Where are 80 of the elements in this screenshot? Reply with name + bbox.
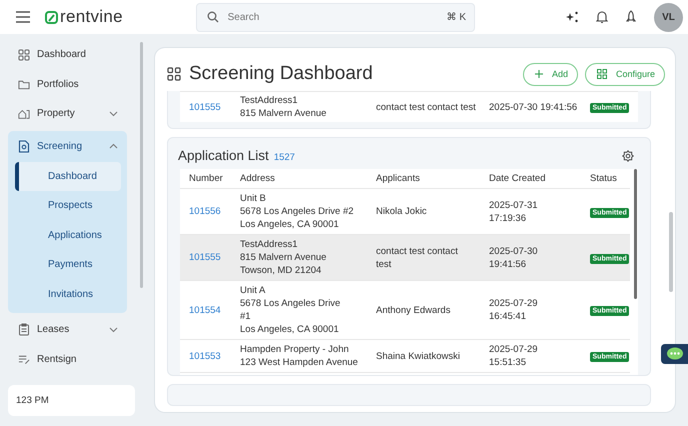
add-button[interactable]: Add (522, 62, 578, 86)
application-number-link[interactable]: 101556 (180, 206, 240, 217)
page-title: Screening Dashboard (189, 63, 373, 85)
address-line: 5678 Los Angeles Drive #2 (240, 205, 355, 218)
applicants-cell-text: contact test contact test (376, 244, 459, 270)
date-line: 15:51:35 (489, 356, 527, 369)
scrollbar[interactable] (634, 169, 637, 299)
address-line: 815 Malvern Avenue (240, 107, 328, 120)
applicants-cell-text: Shaina Kwiatkowski (376, 350, 461, 362)
grid-icon (18, 48, 30, 61)
address-line: 123 West Hampden Avenue (240, 356, 359, 369)
nav-subitem[interactable]: Applications (15, 220, 121, 250)
plus-icon (534, 70, 543, 78)
address-line: #1 (240, 310, 252, 323)
house-icon (18, 108, 30, 120)
search-icon (206, 11, 219, 23)
address-line: 5678 Los Angeles Drive (240, 297, 342, 310)
shortcut-hint: ⌘ K (446, 11, 466, 23)
column-header: Applicants (376, 172, 421, 185)
column-header: Number (188, 173, 224, 184)
scrollbar[interactable] (140, 42, 143, 288)
column-header: Date Created (489, 172, 547, 185)
grid-icon (596, 69, 607, 79)
logo-text[interactable]: rentvine (60, 7, 123, 27)
grid-icon (167, 67, 181, 81)
nav-subitem[interactable]: Invitations (15, 280, 121, 309)
application-number-link[interactable]: 101555 (180, 252, 240, 263)
nav-item[interactable]: Leases (8, 315, 127, 344)
date-line: 17:19:36 (489, 212, 527, 224)
nav-item[interactable]: Portfolios (8, 70, 127, 99)
date-line: 2025-07-29 (489, 297, 539, 310)
date-line: 19:41:56 (489, 258, 527, 270)
address-line: Unit B (240, 192, 267, 205)
date-line: 16:45:41 (489, 310, 527, 323)
application-number-link[interactable]: 101553 (180, 350, 240, 362)
user-avatar[interactable]: VL (654, 2, 683, 32)
chat-button[interactable] (661, 344, 688, 364)
count-link[interactable]: 1527 (274, 152, 295, 163)
sparkle-icon[interactable] (565, 11, 579, 23)
address-line: Unit A (240, 284, 266, 297)
panel-title: Application List (178, 148, 269, 163)
address-line: Los Angeles, CA 90001 (240, 323, 340, 336)
configure-button[interactable]: Configure (584, 62, 665, 86)
lines-pen-icon (18, 354, 30, 365)
nav-item[interactable]: Dashboard (8, 40, 127, 70)
date-line: 2025-07-29 (489, 343, 539, 356)
address-line: Hampden Property - John (240, 343, 350, 356)
document-search-icon (18, 140, 30, 152)
address-line: Towson, MD 21204 (240, 264, 322, 277)
nav-item[interactable]: Screening (8, 130, 127, 162)
applicants-cell-text: contact test contact test (376, 100, 477, 114)
nav-item[interactable]: Rentsign (8, 344, 127, 374)
date-line: 2025-07-30 (489, 244, 539, 258)
application-number-link[interactable]: 101555 (180, 102, 240, 112)
applicants-cell-text: Anthony Edwards (376, 304, 452, 316)
address-line: Los Angeles, CA 90001 (240, 218, 340, 231)
date-cell-text: 2025-07-30 19:41:56 (489, 100, 578, 114)
menu-icon[interactable] (15, 11, 31, 23)
chat-bubble-icon (666, 347, 684, 361)
applicants-cell-text: Nikola Jokic (376, 205, 428, 218)
search-input[interactable]: Search (226, 10, 440, 24)
column-header: Status (590, 173, 618, 184)
bell-icon[interactable] (596, 10, 608, 24)
nav-item[interactable]: Property (8, 99, 127, 128)
clipboard-icon (18, 323, 30, 336)
address-line: 815 Malvern Avenue (240, 251, 328, 264)
footer-text: 123 PM (16, 395, 49, 406)
nav-subitem[interactable]: Dashboard (15, 162, 121, 191)
scrollbar[interactable] (669, 212, 673, 292)
address-line: TestAddress1 (240, 94, 299, 107)
address-line: TestAddress1 (240, 238, 299, 251)
search-bar[interactable]: Search ⌘ K (196, 2, 475, 32)
settings-icon[interactable] (622, 150, 634, 162)
application-number-link[interactable]: 101554 (180, 304, 240, 316)
rocket-icon[interactable] (625, 10, 637, 24)
date-line: 2025-07-31 (489, 198, 539, 212)
folder-icon (18, 78, 30, 90)
column-header: Address (240, 172, 276, 185)
nav-subitem[interactable]: Prospects (15, 191, 121, 220)
nav-subitem[interactable]: Payments (15, 250, 121, 280)
